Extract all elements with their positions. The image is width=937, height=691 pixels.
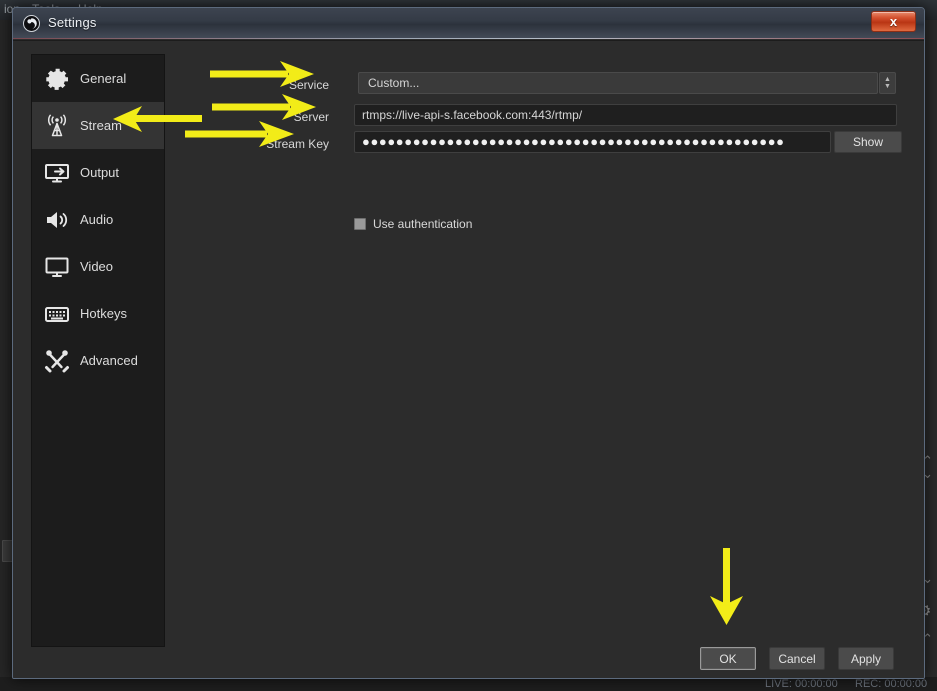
service-spinner[interactable]: ▲ ▼ xyxy=(879,72,896,94)
settings-dialog: Settings x General xyxy=(12,7,925,679)
sidebar-item-label: Stream xyxy=(80,118,122,133)
sidebar-item-audio[interactable]: Audio xyxy=(32,196,164,243)
sidebar-item-label: General xyxy=(80,71,126,86)
ok-button[interactable]: OK xyxy=(700,647,756,670)
sidebar-item-stream[interactable]: Stream xyxy=(32,102,164,149)
stream-key-label: Stream Key xyxy=(239,137,329,151)
sidebar-item-hotkeys[interactable]: Hotkeys xyxy=(32,290,164,337)
stream-key-masked-value: ●●●●●●●●●●●●●●●●●●●●●●●●●●●●●●●●●●●●●●●●… xyxy=(362,136,785,148)
sidebar-item-label: Audio xyxy=(80,212,113,227)
gear-icon xyxy=(41,63,72,94)
sidebar-item-label: Hotkeys xyxy=(80,306,127,321)
dialog-title: Settings xyxy=(48,15,97,30)
broadcast-icon xyxy=(41,110,72,141)
use-authentication-checkbox[interactable] xyxy=(354,218,366,230)
monitor-icon xyxy=(41,251,72,282)
close-icon[interactable]: x xyxy=(871,11,916,32)
cancel-button[interactable]: Cancel xyxy=(769,647,825,670)
settings-sidebar: General Stream xyxy=(31,54,165,647)
stream-key-input[interactable]: ●●●●●●●●●●●●●●●●●●●●●●●●●●●●●●●●●●●●●●●●… xyxy=(354,131,831,153)
sidebar-item-output[interactable]: Output xyxy=(32,149,164,196)
service-select[interactable]: Custom... xyxy=(358,72,878,94)
live-timer: LIVE: 00:00:00 xyxy=(765,678,838,690)
keyboard-icon xyxy=(41,298,72,329)
sidebar-item-general[interactable]: General xyxy=(32,55,164,102)
use-authentication-label: Use authentication xyxy=(373,217,472,231)
server-input[interactable]: rtmps://live-api-s.facebook.com:443/rtmp… xyxy=(354,104,897,126)
show-stream-key-button[interactable]: Show xyxy=(834,131,902,153)
sidebar-item-label: Video xyxy=(80,259,113,274)
server-label: Server xyxy=(259,110,329,124)
dialog-titlebar[interactable]: Settings x xyxy=(13,8,924,39)
speaker-icon xyxy=(41,204,72,235)
sidebar-item-label: Output xyxy=(80,165,119,180)
obs-logo-icon xyxy=(23,15,40,32)
chevron-up-icon: ▲ xyxy=(884,76,891,83)
output-icon xyxy=(41,157,72,188)
obs-statusbar: LIVE: 00:00:00 REC: 00:00:00 xyxy=(0,677,937,691)
apply-button[interactable]: Apply xyxy=(838,647,894,670)
service-label: Service xyxy=(259,78,329,92)
record-timer: REC: 00:00:00 xyxy=(855,678,927,690)
sidebar-item-video[interactable]: Video xyxy=(32,243,164,290)
dialog-body: General Stream xyxy=(13,40,925,679)
use-authentication-row[interactable]: Use authentication xyxy=(354,217,472,231)
tools-icon xyxy=(41,345,72,376)
sidebar-item-advanced[interactable]: Advanced xyxy=(32,337,164,384)
sidebar-item-label: Advanced xyxy=(80,353,138,368)
chevron-down-icon: ▼ xyxy=(884,83,891,90)
